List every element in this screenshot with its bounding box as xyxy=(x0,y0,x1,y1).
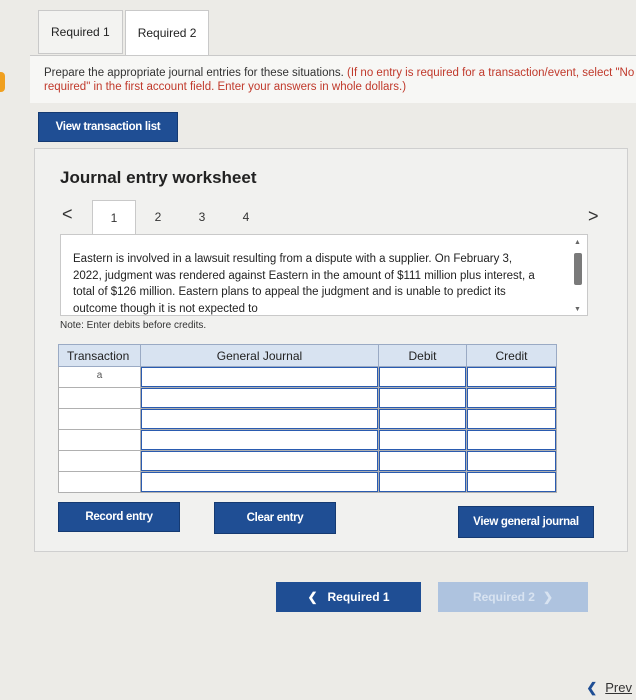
chevron-left-icon: ❮ xyxy=(586,680,598,695)
instructions-text: Prepare the appropriate journal entries … xyxy=(44,66,636,94)
debit-input[interactable] xyxy=(379,430,466,450)
debit-input[interactable] xyxy=(379,409,466,429)
account-input[interactable] xyxy=(141,472,378,492)
account-input[interactable] xyxy=(141,451,378,471)
debit-cell[interactable] xyxy=(378,387,467,409)
account-cell[interactable] xyxy=(140,408,379,430)
account-input[interactable] xyxy=(141,388,378,408)
next-required-label: Required 2 xyxy=(472,590,535,604)
header-general-journal: General Journal xyxy=(140,344,379,367)
header-credit: Credit xyxy=(466,344,557,367)
transaction-description: Eastern is involved in a lawsuit resulti… xyxy=(73,253,535,315)
credit-cell[interactable] xyxy=(466,450,557,472)
account-input[interactable] xyxy=(141,409,378,429)
requirement-tabs: Required 1 Required 2 xyxy=(38,10,210,56)
journal-entry-table: Transaction General Journal Debit Credit… xyxy=(58,344,557,493)
instructions-note: (If no entry is required for a transacti… xyxy=(347,67,636,79)
debit-input[interactable] xyxy=(379,472,466,492)
scroll-up-icon[interactable]: ▲ xyxy=(574,239,581,246)
account-input[interactable] xyxy=(141,430,378,450)
table-row xyxy=(58,387,557,409)
chevron-right-icon: ❯ xyxy=(542,590,554,604)
debit-cell[interactable] xyxy=(378,429,467,451)
table-row xyxy=(58,408,557,430)
tab-required-2[interactable]: Required 2 xyxy=(124,10,210,56)
transaction-description-box: Eastern is involved in a lawsuit resulti… xyxy=(60,234,588,316)
credit-input[interactable] xyxy=(467,451,556,471)
page-edge-marker xyxy=(0,72,5,92)
credit-input[interactable] xyxy=(467,367,556,387)
table-row xyxy=(58,471,557,493)
credit-input[interactable] xyxy=(467,472,556,492)
description-scrollbar[interactable]: ▲ ▼ xyxy=(571,239,585,313)
view-general-journal-button[interactable]: View general journal xyxy=(458,506,594,538)
account-cell[interactable] xyxy=(140,387,379,409)
view-transaction-list-button[interactable]: View transaction list xyxy=(38,112,178,142)
credit-cell[interactable] xyxy=(466,408,557,430)
instructions-note-line2: required" in the first account field. En… xyxy=(44,81,407,93)
prev-step-arrow[interactable]: < xyxy=(62,204,73,225)
credit-cell[interactable] xyxy=(466,366,557,388)
transaction-cell xyxy=(58,387,141,409)
step-tab-2[interactable]: 2 xyxy=(136,200,180,234)
debit-cell[interactable] xyxy=(378,408,467,430)
debit-cell[interactable] xyxy=(378,366,467,388)
step-tab-4[interactable]: 4 xyxy=(224,200,268,234)
debit-input[interactable] xyxy=(379,388,466,408)
header-debit: Debit xyxy=(378,344,467,367)
credit-input[interactable] xyxy=(467,430,556,450)
instructions-main: Prepare the appropriate journal entries … xyxy=(44,67,348,79)
header-transaction: Transaction xyxy=(58,344,141,367)
worksheet-title: Journal entry worksheet xyxy=(60,168,257,187)
credit-cell[interactable] xyxy=(466,429,557,451)
debit-input[interactable] xyxy=(379,367,466,387)
scroll-thumb[interactable] xyxy=(574,253,582,285)
table-row xyxy=(58,450,557,472)
account-cell[interactable] xyxy=(140,450,379,472)
account-cell[interactable] xyxy=(140,366,379,388)
account-input[interactable] xyxy=(141,367,378,387)
table-row xyxy=(58,429,557,451)
debit-cell[interactable] xyxy=(378,471,467,493)
debit-cell[interactable] xyxy=(378,450,467,472)
account-cell[interactable] xyxy=(140,471,379,493)
credit-input[interactable] xyxy=(467,388,556,408)
clear-entry-button[interactable]: Clear entry xyxy=(214,502,336,534)
transaction-cell: a xyxy=(58,366,141,388)
next-step-arrow[interactable]: > xyxy=(588,206,599,227)
record-entry-button[interactable]: Record entry xyxy=(58,502,180,532)
prev-page-link[interactable]: ❮ Prev xyxy=(586,680,632,696)
chevron-left-icon: ❮ xyxy=(307,590,318,604)
tab-required-1[interactable]: Required 1 xyxy=(38,10,123,54)
prev-required-label: Required 1 xyxy=(327,590,390,604)
credit-input[interactable] xyxy=(467,409,556,429)
scroll-down-icon[interactable]: ▼ xyxy=(574,306,581,313)
credit-cell[interactable] xyxy=(466,387,557,409)
account-cell[interactable] xyxy=(140,429,379,451)
debit-input[interactable] xyxy=(379,451,466,471)
transaction-cell xyxy=(58,450,141,472)
step-tab-3[interactable]: 3 xyxy=(180,200,224,234)
transaction-cell xyxy=(58,408,141,430)
prev-page-label: Prev xyxy=(605,680,632,695)
credit-cell[interactable] xyxy=(466,471,557,493)
next-required-button[interactable]: Required 2 ❯ xyxy=(438,582,588,612)
debits-note: Note: Enter debits before credits. xyxy=(60,320,207,331)
prev-required-button[interactable]: ❮ Required 1 xyxy=(276,582,421,612)
table-row: a xyxy=(58,366,557,388)
transaction-cell xyxy=(58,429,141,451)
transaction-cell xyxy=(58,471,141,493)
step-tab-1[interactable]: 1 xyxy=(92,200,136,236)
